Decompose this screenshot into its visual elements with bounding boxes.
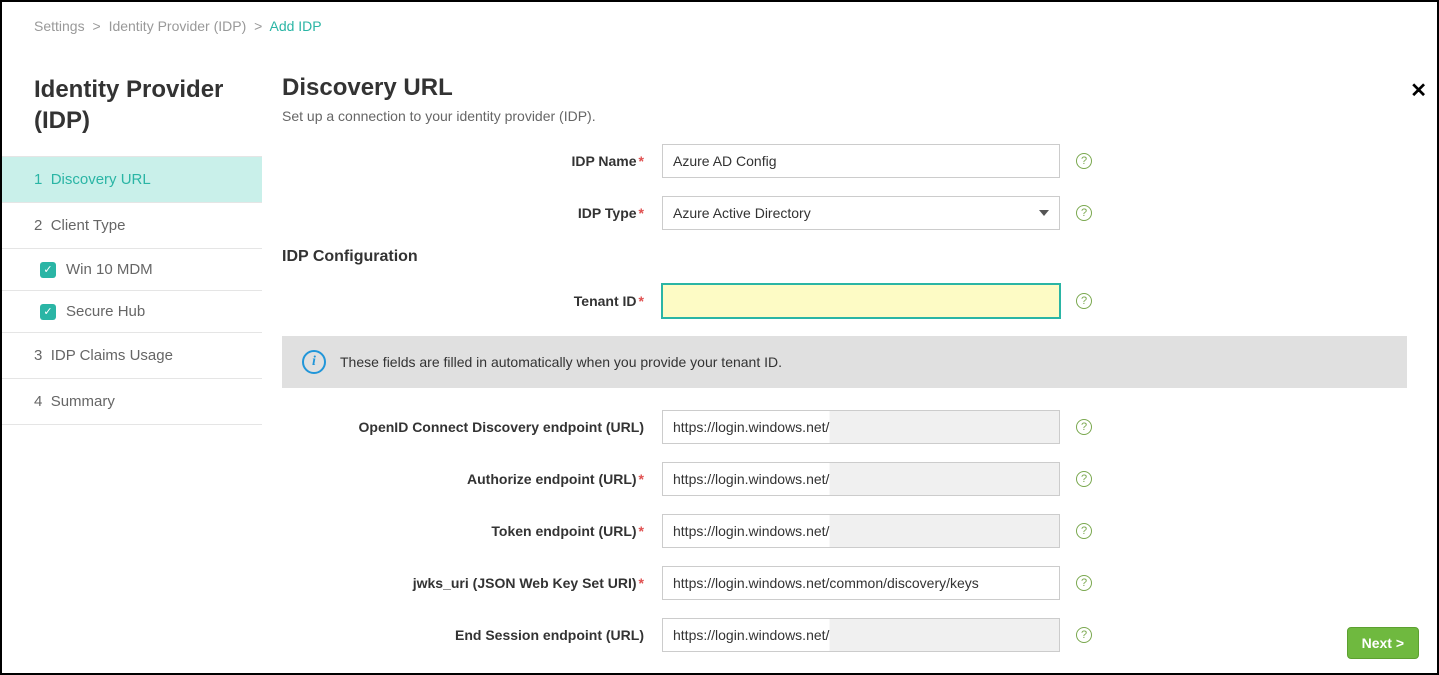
section-heading-idp-config: IDP Configuration — [282, 248, 1407, 266]
next-button[interactable]: Next > — [1347, 627, 1419, 659]
tenant-id-input[interactable] — [662, 284, 1060, 318]
info-icon: i — [302, 350, 326, 374]
help-icon[interactable]: ? — [1076, 153, 1092, 169]
help-icon[interactable]: ? — [1076, 627, 1092, 643]
token-endpoint-label: Token endpoint (URL)* — [282, 523, 662, 539]
help-icon[interactable]: ? — [1076, 575, 1092, 591]
info-banner: i These fields are filled in automatical… — [282, 336, 1407, 388]
jwks-uri-label: jwks_uri (JSON Web Key Set URI)* — [282, 575, 662, 591]
substep-label: Secure Hub — [66, 303, 145, 320]
help-icon[interactable]: ? — [1076, 523, 1092, 539]
help-icon[interactable]: ? — [1076, 419, 1092, 435]
idp-name-label: IDP Name* — [282, 153, 662, 169]
wizard-step-idp-claims[interactable]: 3 IDP Claims Usage — [2, 333, 262, 379]
chevron-down-icon — [1039, 210, 1049, 216]
wizard-step-summary[interactable]: 4 Summary — [2, 379, 262, 425]
authorize-endpoint-label: Authorize endpoint (URL)* — [282, 471, 662, 487]
wizard-substep-secure-hub[interactable]: ✓ Secure Hub — [2, 291, 262, 333]
end-session-input[interactable] — [662, 618, 1060, 652]
close-icon[interactable]: ✕ — [1410, 78, 1427, 103]
breadcrumb-separator: > — [92, 18, 100, 34]
idp-type-label: IDP Type* — [282, 205, 662, 221]
openid-discovery-input[interactable] — [662, 410, 1060, 444]
jwks-uri-input[interactable] — [662, 566, 1060, 600]
openid-discovery-label: OpenID Connect Discovery endpoint (URL) — [282, 419, 662, 435]
step-label: Summary — [51, 393, 115, 410]
wizard-sidebar: Identity Provider (IDP) 1 Discovery URL … — [2, 74, 262, 670]
step-number: 4 — [34, 393, 42, 410]
idp-name-input[interactable] — [662, 144, 1060, 178]
breadcrumb: Settings > Identity Provider (IDP) > Add… — [2, 2, 1437, 34]
wizard-step-discovery-url[interactable]: 1 Discovery URL — [2, 157, 262, 203]
breadcrumb-current: Add IDP — [269, 18, 321, 34]
page-title: Discovery URL — [282, 74, 1407, 102]
substep-label: Win 10 MDM — [66, 261, 153, 278]
authorize-endpoint-input[interactable] — [662, 462, 1060, 496]
help-icon[interactable]: ? — [1076, 293, 1092, 309]
breadcrumb-separator: > — [254, 18, 262, 34]
token-endpoint-input[interactable] — [662, 514, 1060, 548]
step-label: Discovery URL — [51, 171, 151, 188]
step-label: IDP Claims Usage — [51, 347, 173, 364]
idp-type-value: Azure Active Directory — [673, 205, 811, 221]
help-icon[interactable]: ? — [1076, 471, 1092, 487]
main-panel: ✕ Discovery URL Set up a connection to y… — [262, 74, 1437, 670]
check-icon: ✓ — [40, 304, 56, 320]
step-number: 3 — [34, 347, 42, 364]
breadcrumb-idp[interactable]: Identity Provider (IDP) — [109, 18, 247, 34]
step-number: 1 — [34, 171, 42, 188]
step-number: 2 — [34, 217, 42, 234]
help-icon[interactable]: ? — [1076, 205, 1092, 221]
sidebar-title: Identity Provider (IDP) — [2, 74, 262, 156]
tenant-id-label: Tenant ID* — [282, 293, 662, 309]
step-label: Client Type — [51, 217, 126, 234]
wizard-step-client-type[interactable]: 2 Client Type — [2, 203, 262, 249]
check-icon: ✓ — [40, 262, 56, 278]
idp-type-select[interactable]: Azure Active Directory — [662, 196, 1060, 230]
breadcrumb-settings[interactable]: Settings — [34, 18, 85, 34]
page-subtitle: Set up a connection to your identity pro… — [282, 108, 1407, 124]
info-banner-text: These fields are filled in automatically… — [340, 354, 782, 370]
end-session-label: End Session endpoint (URL) — [282, 627, 662, 643]
wizard-substep-win10-mdm[interactable]: ✓ Win 10 MDM — [2, 249, 262, 291]
